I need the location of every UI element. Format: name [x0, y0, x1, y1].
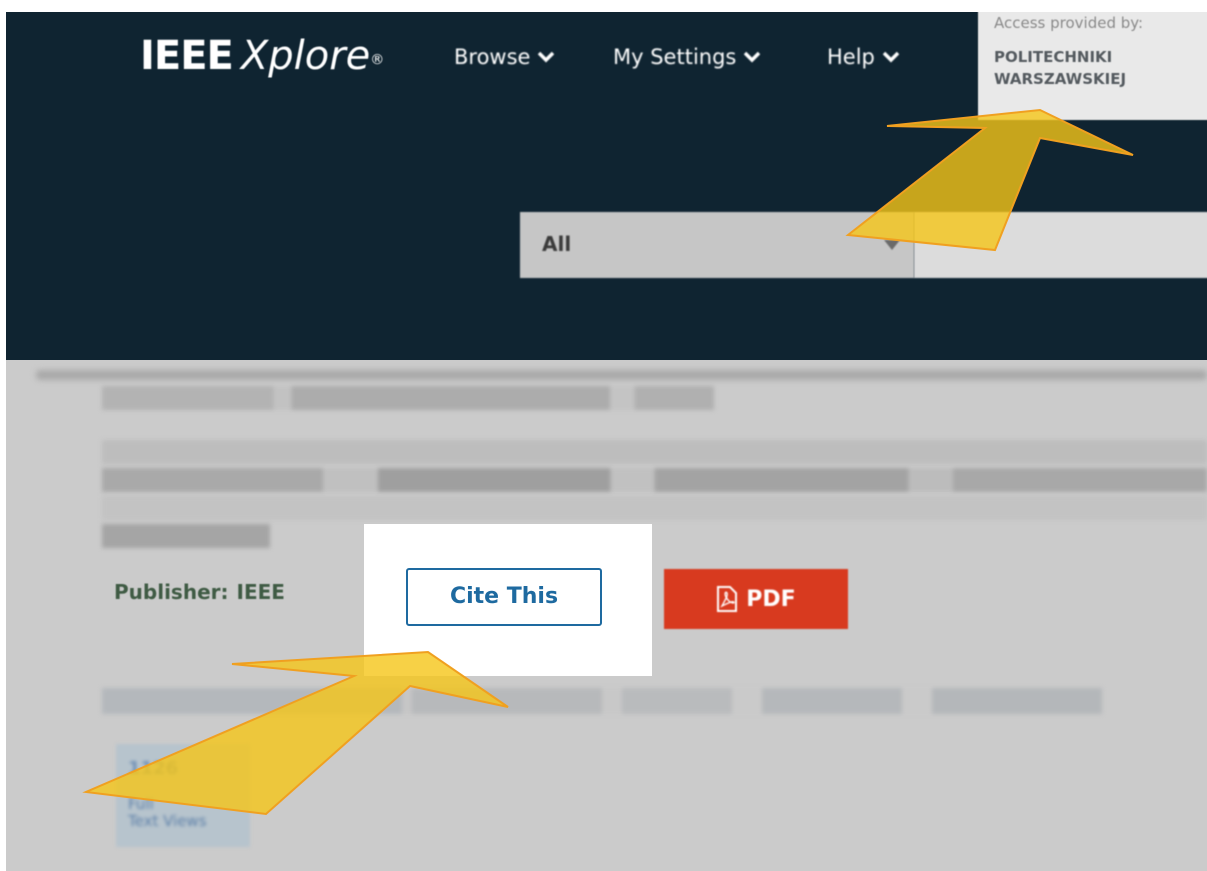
nav-help-label: Help [827, 45, 875, 69]
content-card-edge [36, 370, 1207, 380]
ieee-xplore-logo[interactable]: IEEE Xplore® [140, 30, 384, 82]
institution-name: POLITECHNIKI WARSZAWSKIEJ [994, 46, 1126, 90]
nav-help[interactable]: Help [827, 42, 899, 72]
app-frame: IEEE Xplore® Browse My Settings Help Acce… [6, 12, 1207, 871]
pdf-file-icon [717, 586, 738, 612]
dropdown-caret-icon [884, 240, 900, 250]
access-provided-label: Access provided by: [994, 14, 1144, 32]
article-title-line4-redacted [102, 524, 270, 548]
publisher-value: IEEE [236, 580, 285, 604]
chevron-down-icon [744, 51, 761, 63]
nav-browse-label: Browse [454, 45, 531, 69]
logo-registered-mark: ® [370, 52, 385, 68]
institution-name-line1: POLITECHNIKI [994, 48, 1113, 66]
chevron-down-icon [882, 51, 899, 63]
article-title-line1-redacted [102, 440, 1207, 464]
authors-row-redacted [102, 688, 1102, 714]
search-input[interactable] [914, 212, 1207, 278]
logo-xplore-text: Xplore [240, 33, 371, 79]
institution-access-box: Access provided by: POLITECHNIKI WARSZAW… [978, 12, 1207, 120]
site-header: IEEE Xplore® Browse My Settings Help Acce… [6, 12, 1207, 360]
views-label-line2: Text Views [128, 812, 207, 830]
views-label-line1: Full [128, 795, 154, 813]
logo-ieee-text: IEEE [140, 33, 234, 79]
publisher-info: Publisher: IEEE [114, 580, 285, 604]
search-scope-select[interactable]: All [520, 212, 914, 278]
views-count: 1126 [128, 758, 179, 779]
nav-my-settings[interactable]: My Settings [613, 42, 761, 72]
article-title-line3-redacted [102, 496, 1207, 520]
institution-name-line2: WARSZAWSKIEJ [994, 70, 1127, 88]
breadcrumb-redacted [102, 386, 714, 410]
chevron-down-icon [538, 51, 555, 63]
nav-browse[interactable]: Browse [454, 42, 555, 72]
cite-this-button[interactable]: Cite This [406, 568, 602, 626]
publisher-label: Publisher: [114, 580, 229, 604]
article-title-line2-redacted [102, 468, 1207, 492]
pdf-button[interactable]: PDF [664, 569, 848, 629]
pdf-button-label: PDF [746, 586, 796, 612]
full-text-views-metric[interactable]: 1126 Full Text Views [116, 744, 250, 847]
nav-my-settings-label: My Settings [613, 45, 737, 69]
views-label: Full Text Views [128, 796, 207, 830]
search-scope-value: All [542, 232, 572, 256]
